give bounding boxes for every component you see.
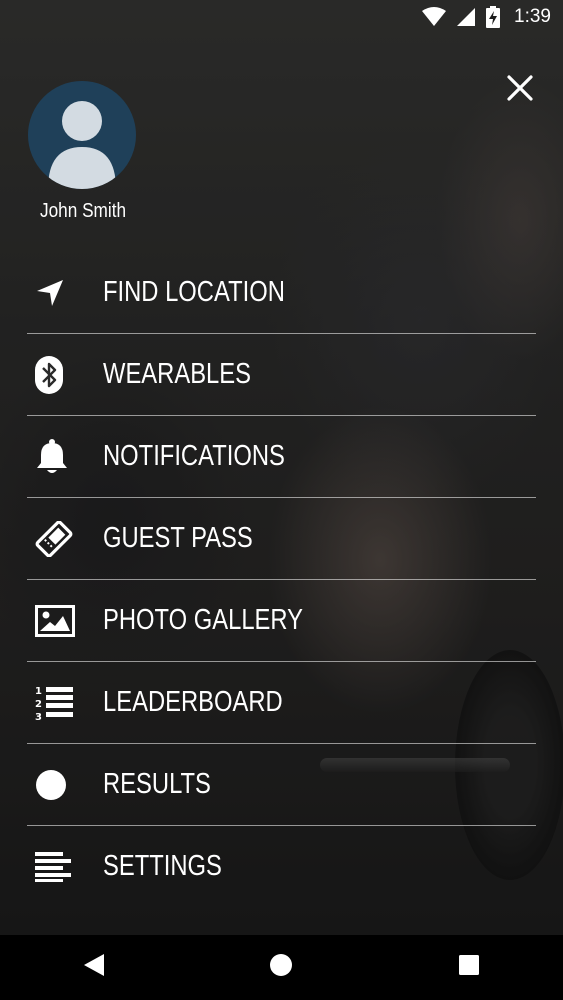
image-icon xyxy=(27,601,85,641)
bell-icon xyxy=(27,437,85,477)
svg-text:2: 2 xyxy=(35,699,42,710)
ticket-icon xyxy=(27,519,85,559)
wifi-icon xyxy=(422,7,447,27)
svg-text:1: 1 xyxy=(35,686,42,697)
home-icon xyxy=(269,953,293,982)
menu-item-label: PHOTO GALLERY xyxy=(103,604,304,636)
home-button[interactable] xyxy=(251,938,311,998)
cellular-signal-icon xyxy=(456,7,476,27)
numbered-list-icon: 1 2 3 xyxy=(27,683,85,723)
menu-item-label: NOTIFICATIONS xyxy=(103,440,285,472)
close-button[interactable] xyxy=(500,70,540,110)
menu-item-leaderboard[interactable]: 1 2 3 LEADERBOARD xyxy=(27,662,536,744)
location-arrow-icon xyxy=(27,273,85,313)
close-icon xyxy=(506,74,534,107)
menu-item-results[interactable]: RESULTS xyxy=(27,744,536,826)
menu-item-wearables[interactable]: WEARABLES xyxy=(27,334,536,416)
menu-item-settings[interactable]: SETTINGS xyxy=(27,826,536,907)
align-left-icon xyxy=(27,847,85,887)
menu-item-label: LEADERBOARD xyxy=(103,686,283,718)
battery-charging-icon xyxy=(486,6,501,28)
clock: 1:39 xyxy=(514,6,551,27)
menu-item-label: WEARABLES xyxy=(103,358,252,390)
menu-item-label: FIND LOCATION xyxy=(103,276,285,308)
recents-icon xyxy=(458,954,480,981)
user-name: John Smith xyxy=(40,200,127,222)
status-bar: 1:39 xyxy=(0,0,563,34)
menu-item-find-location[interactable]: FIND LOCATION xyxy=(27,252,536,334)
circle-icon xyxy=(27,765,85,805)
system-navigation-bar xyxy=(0,935,563,1000)
bluetooth-icon xyxy=(27,355,85,395)
menu-item-photo-gallery[interactable]: PHOTO GALLERY xyxy=(27,580,536,662)
menu-item-notifications[interactable]: NOTIFICATIONS xyxy=(27,416,536,498)
menu-item-label: GUEST PASS xyxy=(103,522,253,554)
menu-item-label: RESULTS xyxy=(103,768,211,800)
svg-text:3: 3 xyxy=(35,712,42,722)
menu-item-guest-pass[interactable]: GUEST PASS xyxy=(27,498,536,580)
drawer-menu: FIND LOCATION WEARABLES NOTIFICATIONS GU… xyxy=(27,252,536,907)
menu-item-label: SETTINGS xyxy=(103,850,222,882)
back-button[interactable] xyxy=(64,938,124,998)
avatar[interactable] xyxy=(28,81,136,189)
back-icon xyxy=(83,953,105,982)
recents-button[interactable] xyxy=(439,938,499,998)
